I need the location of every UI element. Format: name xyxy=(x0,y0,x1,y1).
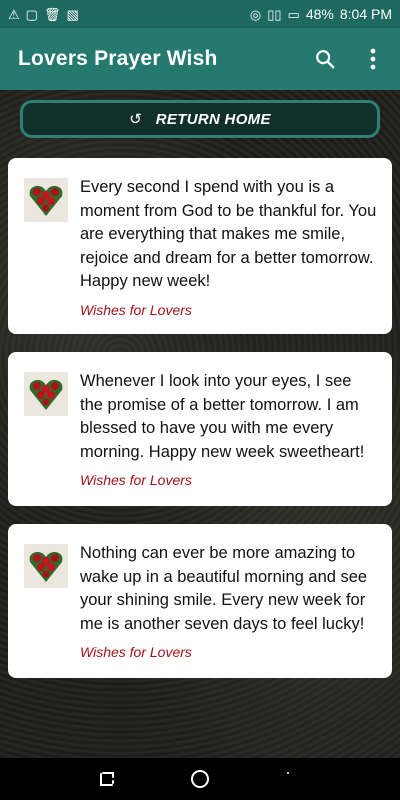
content-area: ↺ RETURN HOME Every second I spend with … xyxy=(0,90,400,758)
card-body: Whenever I look into your eyes, I see th… xyxy=(80,370,378,506)
battery-percent: 48% xyxy=(305,6,334,22)
wish-text: Whenever I look into your eyes, I see th… xyxy=(80,372,365,461)
wish-category: Wishes for Lovers xyxy=(80,472,192,488)
card-body: Nothing can ever be more amazing to wake… xyxy=(80,542,378,678)
battery-icon: ▭ xyxy=(287,6,300,22)
warning-icon: ⚠ xyxy=(8,6,20,22)
back-icon[interactable] xyxy=(280,766,306,792)
app-bar: Lovers Prayer Wish xyxy=(0,28,400,90)
trash-icon: 🗑 xyxy=(43,6,61,22)
hotspot-icon: ◎ xyxy=(249,6,262,22)
recents-icon[interactable] xyxy=(94,766,120,792)
status-right-icons: ◎ ▯▯ ▭ 48% 8:04 PM xyxy=(250,6,392,22)
return-home-label: RETURN HOME xyxy=(155,110,271,128)
roses-heart-icon xyxy=(24,544,68,588)
wish-card[interactable]: Whenever I look into your eyes, I see th… xyxy=(8,352,392,506)
more-vert-icon[interactable] xyxy=(360,46,386,72)
search-icon[interactable] xyxy=(312,46,338,72)
roses-heart-icon xyxy=(24,178,68,222)
app-title: Lovers Prayer Wish xyxy=(18,47,218,70)
no-image-icon: ▢ xyxy=(25,6,38,22)
wish-category: Wishes for Lovers xyxy=(80,644,192,660)
refresh-icon: ↺ xyxy=(129,111,142,128)
clock: 8:04 PM xyxy=(339,6,392,22)
status-bar: ⚠ ▢ 🗑 ▧ ◎ ▯▯ ▭ 48% 8:04 PM xyxy=(0,0,400,28)
wish-text: Nothing can ever be more amazing to wake… xyxy=(80,544,368,633)
roses-heart-icon xyxy=(24,372,68,416)
wish-category: Wishes for Lovers xyxy=(80,301,192,318)
activity-icon: ▧ xyxy=(66,6,79,22)
navigation-bar xyxy=(0,758,400,800)
wish-card[interactable]: Every second I spend with you is a momen… xyxy=(8,158,392,334)
wish-card[interactable]: Nothing can ever be more amazing to wake… xyxy=(8,524,392,678)
status-left-icons: ⚠ ▢ 🗑 ▧ xyxy=(8,8,79,21)
card-body: Every second I spend with you is a momen… xyxy=(80,176,378,334)
return-home-button[interactable]: ↺ RETURN HOME xyxy=(20,100,380,138)
wish-text: Every second I spend with you is a momen… xyxy=(80,178,377,290)
signal-icon: ▯▯ xyxy=(267,6,282,22)
app-actions xyxy=(312,46,386,72)
home-icon[interactable] xyxy=(187,766,213,792)
